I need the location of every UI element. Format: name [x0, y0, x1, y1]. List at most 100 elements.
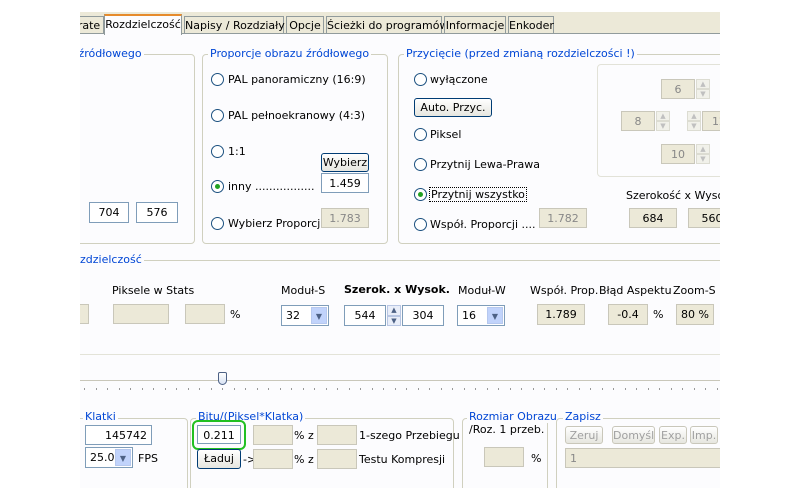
- save-group-title: Zapisz: [563, 410, 603, 423]
- slider-tick: [141, 388, 143, 390]
- slider-tick: [245, 388, 246, 390]
- slider-tick: [590, 388, 591, 390]
- tab-program-paths[interactable]: Ścieżki do programów: [326, 16, 448, 33]
- slider-tick: [509, 388, 511, 390]
- resolution-slider-track[interactable]: [80, 380, 720, 381]
- save-value-field[interactable]: 1: [565, 448, 720, 468]
- crop-radio-all[interactable]: [414, 188, 427, 201]
- slider-tick: [314, 388, 315, 390]
- aspect-error-field: -0.4: [608, 304, 648, 325]
- resolution-slider-thumb[interactable]: [218, 372, 227, 385]
- aspect-radio-pal-wide[interactable]: [211, 73, 224, 86]
- slider-tick: [268, 388, 269, 390]
- default-button[interactable]: Domyśl: [612, 426, 655, 444]
- crop-left-field: 8: [621, 111, 655, 131]
- slider-tick: [394, 388, 396, 390]
- resolution-group-title: zdzielczość: [80, 253, 144, 266]
- tab-resolution[interactable]: Rozdzielczość: [104, 14, 182, 35]
- slider-tick: [659, 388, 660, 390]
- slider-tick: [325, 388, 327, 390]
- slider-tick: [498, 388, 499, 390]
- chevron-down-icon[interactable]: ▼: [487, 307, 503, 324]
- tab-encoder[interactable]: Enkoder: [508, 16, 554, 33]
- crop-radio-ratio[interactable]: [414, 218, 427, 231]
- slider-tick: [613, 388, 614, 390]
- slider-tick: [153, 388, 154, 390]
- source-width-field[interactable]: 704: [89, 202, 129, 223]
- target-height-field[interactable]: 304: [402, 305, 444, 326]
- bpp-pass1-field: [317, 425, 357, 445]
- tab-subtitles[interactable]: Napisy / Rozdziały: [184, 16, 285, 33]
- aspect-label-other: inny .................: [228, 180, 315, 193]
- import-button[interactable]: Imp.: [690, 426, 718, 444]
- slider-tick: [636, 388, 637, 390]
- slider-tick: [210, 388, 212, 390]
- export-button[interactable]: Exp.: [659, 426, 687, 444]
- slider-tick: [199, 388, 200, 390]
- size-header: Szerok. x Wysok.: [344, 283, 450, 296]
- slider-tick: [544, 388, 545, 390]
- aspect-error-label: Błąd Aspektu: [599, 284, 672, 297]
- source-height-field[interactable]: 576: [136, 202, 178, 223]
- bpp-pass1-pct-field: [253, 425, 293, 445]
- frames-group-title: Klatki: [83, 410, 118, 423]
- fps-dropdown[interactable]: 25.000 ▼: [85, 447, 133, 468]
- target-size-spinner[interactable]: ▲ ▼: [387, 305, 401, 326]
- slider-tick: [222, 388, 223, 390]
- pct-of-label-2: % z: [294, 453, 314, 466]
- aspect-radio-choose[interactable]: [211, 217, 224, 230]
- slider-tick: [716, 388, 718, 390]
- crop-left-spinner: ▲ ▼: [656, 111, 670, 131]
- crop-radio-pixel[interactable]: [414, 128, 427, 141]
- test-compression-label: Testu Kompresji: [359, 453, 446, 466]
- slider-tick: [429, 388, 430, 390]
- crop-label-ratio: Współ. Proporcji ....: [430, 218, 536, 231]
- crop-bottom-field: 10: [661, 144, 695, 164]
- crop-label-pixel: Piksel: [430, 128, 462, 141]
- aspect-radio-pal-full[interactable]: [211, 109, 224, 122]
- fps-unit-label: FPS: [138, 452, 158, 465]
- reset-button[interactable]: Zeruj: [565, 426, 603, 444]
- aspect-radio-1-1[interactable]: [211, 145, 224, 158]
- choose-button[interactable]: Wybierz: [321, 153, 369, 172]
- slider-tick: [337, 388, 338, 390]
- mod-w-dropdown[interactable]: 16 ▼: [457, 305, 505, 326]
- zoom-label: Zoom-S: [673, 284, 716, 297]
- ratio-field: 1.789: [537, 304, 585, 325]
- highlight-ring: [192, 420, 246, 450]
- tab-information[interactable]: Informacje: [444, 16, 506, 33]
- slider-tick: [383, 388, 384, 390]
- slider-tick: [107, 388, 108, 390]
- slider-tick: [624, 388, 626, 390]
- chevron-down-icon[interactable]: ▼: [311, 307, 327, 324]
- aspect-label-pal-wide: PAL panoramiczny (16:9): [228, 73, 366, 86]
- slider-tick: [279, 388, 281, 390]
- slider-tick: [118, 388, 120, 390]
- slider-tick: [348, 388, 350, 390]
- crop-bottom-spinner: ▲ ▼: [696, 144, 710, 164]
- auto-crop-button[interactable]: Auto. Przyc.: [414, 98, 492, 117]
- image-size-subtitle: /Roz. 1 przeb.: [469, 423, 545, 436]
- zoom-field: 80 %: [676, 304, 714, 325]
- bpp-test-field: [317, 449, 357, 469]
- slider-tick: [601, 388, 603, 390]
- crop-radio-off[interactable]: [414, 73, 427, 86]
- aspect-radio-other[interactable]: [211, 180, 224, 193]
- target-width-field[interactable]: 544: [344, 305, 386, 326]
- custom-aspect-field[interactable]: 1.459: [321, 173, 369, 193]
- tab-options[interactable]: Opcje: [286, 16, 324, 33]
- slider-tick: [417, 388, 419, 390]
- slider-tick: [360, 388, 361, 390]
- frames-count-field[interactable]: 145742: [85, 425, 152, 445]
- chevron-down-icon[interactable]: ▼: [115, 449, 131, 466]
- mod-s-dropdown[interactable]: 32 ▼: [281, 305, 329, 326]
- tab-rate[interactable]: rate: [80, 16, 104, 33]
- slider-tick: [233, 388, 235, 390]
- size-header-width: Szerok.: [344, 283, 391, 296]
- crop-radio-left-right[interactable]: [414, 158, 427, 171]
- crop-right-field: 12: [702, 111, 720, 131]
- resolution-group-bottom: [80, 354, 720, 355]
- load-button[interactable]: Ładuj: [197, 449, 241, 469]
- pixels-field-clipped: [80, 304, 89, 324]
- resolution-page: u źródłowego 704 576 Proporcje obrazu źr…: [80, 33, 720, 488]
